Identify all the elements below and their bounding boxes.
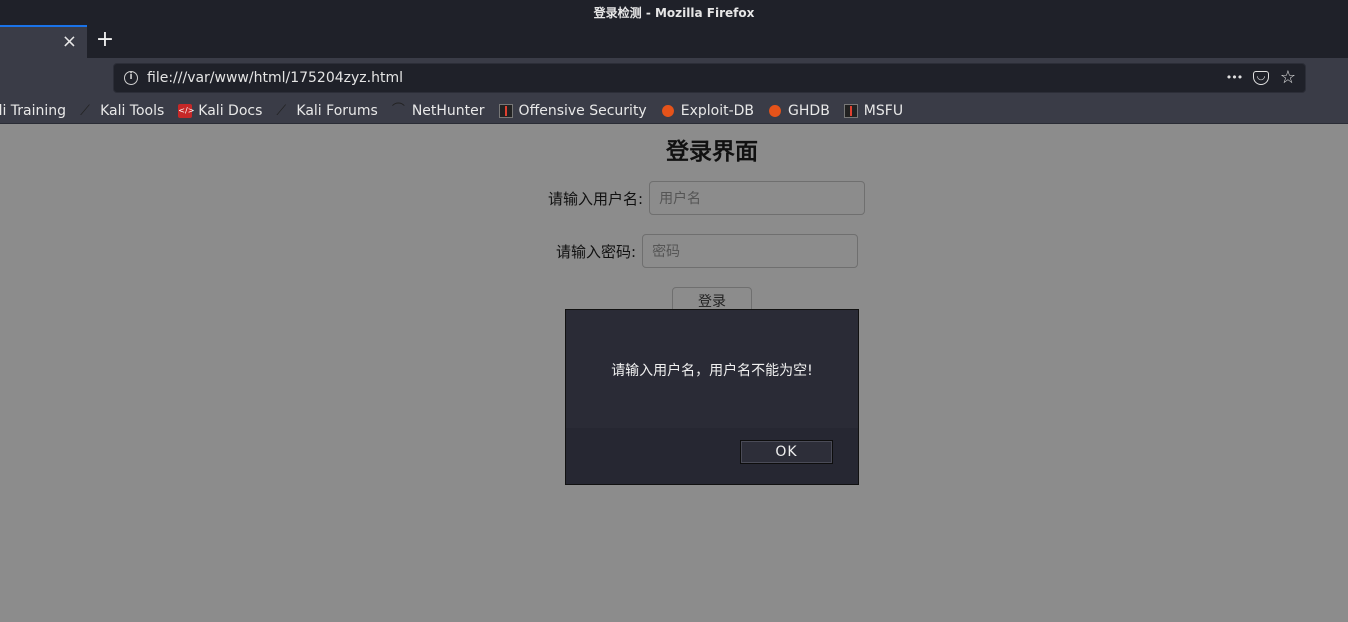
bookmark-label: Offensive Security — [518, 102, 647, 119]
password-input[interactable]: 密码 — [642, 234, 859, 268]
site-info-icon[interactable]: i — [124, 71, 138, 85]
bookmark-ghdb[interactable]: GHDB — [768, 103, 830, 119]
bookmark-label: GHDB — [788, 102, 830, 119]
exploit-db-icon — [769, 104, 781, 117]
username-label: 请输入用户名: — [548, 189, 644, 208]
url-bar[interactable]: i file:///var/www/html/175204zyz.html ••… — [113, 63, 1306, 93]
bookmark-label: ali Training — [0, 102, 67, 119]
window-titlebar: 登录检测 - Mozilla Firefox — [0, 0, 1348, 24]
bookmark-offensive-security[interactable]: Offensive Security — [498, 102, 647, 119]
page-title: 登录界面 — [666, 139, 758, 165]
bookmark-star-icon[interactable]: ☆ — [1279, 69, 1297, 87]
nav-bar: i file:///var/www/html/175204zyz.html ••… — [0, 58, 1348, 98]
bookmark-kali-forums[interactable]: ⟋ Kali Forums — [276, 103, 377, 119]
bookmark-label: MSFU — [863, 102, 904, 119]
bookmark-label: Exploit-DB — [680, 102, 755, 119]
tab-close-icon[interactable]: × — [62, 32, 77, 52]
bookmark-label: Kali Tools — [100, 102, 165, 119]
kali-dragon-icon: ⟋ — [80, 102, 90, 119]
username-row: 请输入用户名: 用户名 — [548, 181, 866, 215]
offsec-icon — [498, 103, 513, 118]
username-input[interactable]: 用户名 — [649, 181, 866, 215]
kali-dragon-icon: ⟋ — [276, 102, 287, 119]
bookmark-kali-tools[interactable]: ⟋ Kali Tools — [80, 103, 164, 119]
kali-docs-icon: </> — [178, 103, 194, 118]
bookmark-kali-training[interactable]: ali Training — [0, 103, 66, 119]
password-placeholder: 密码 — [652, 244, 681, 260]
alert-footer: OK — [566, 428, 858, 484]
new-tab-plus-icon[interactable]: + — [95, 28, 115, 52]
password-row: 请输入密码: 密码 — [556, 234, 859, 268]
url-text[interactable]: file:///var/www/html/175204zyz.html — [147, 70, 403, 86]
bookmark-nethunter[interactable]: ⌒ NetHunter — [392, 103, 485, 119]
bookmarks-bar: ali Training ⟋ Kali Tools </> Kali Docs … — [0, 98, 1348, 124]
exploit-db-icon — [661, 104, 674, 117]
nethunter-icon: ⌒ — [391, 102, 405, 118]
url-actions: ••• ◡ ☆ — [1225, 69, 1297, 87]
page-actions-more-icon[interactable]: ••• — [1225, 69, 1243, 87]
pocket-icon[interactable]: ◡ — [1253, 71, 1269, 85]
bookmark-msfu[interactable]: MSFU — [843, 102, 904, 119]
bookmark-label: Kali Docs — [198, 102, 263, 119]
bookmark-label: Kali Forums — [296, 102, 378, 119]
window-title: 登录检测 - Mozilla Firefox — [593, 5, 755, 20]
alert-message: 请输入用户名，用户名不能为空! — [611, 363, 813, 379]
bookmark-kali-docs[interactable]: </> Kali Docs — [178, 103, 262, 119]
password-label: 请输入密码: — [556, 242, 637, 261]
ok-button[interactable]: OK — [740, 440, 833, 464]
active-tab[interactable]: × — [0, 25, 87, 58]
bookmark-exploit-db[interactable]: Exploit-DB — [661, 103, 754, 119]
alert-dialog: 请输入用户名，用户名不能为空! OK — [565, 309, 859, 485]
username-placeholder: 用户名 — [659, 191, 702, 207]
bookmark-label: NetHunter — [411, 102, 485, 119]
offsec-icon — [843, 103, 858, 118]
tab-strip: × + — [0, 24, 1348, 58]
